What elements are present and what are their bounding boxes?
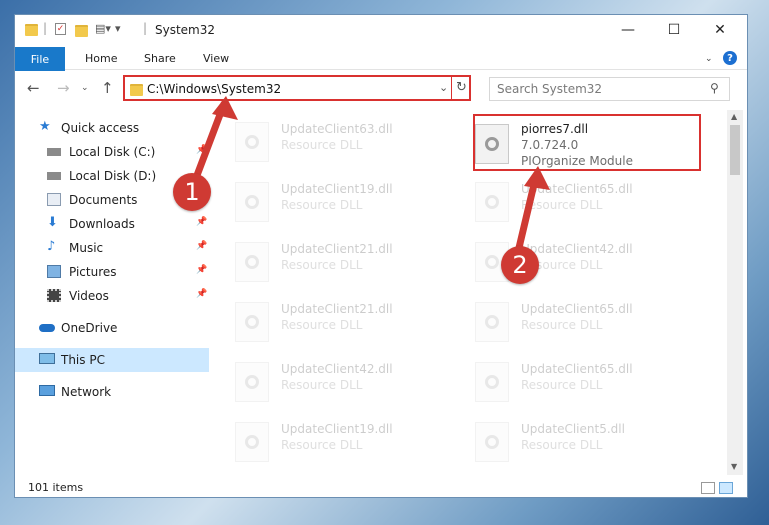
callout-arrows (192, 96, 550, 256)
step-badge-2: 2 (501, 246, 539, 284)
step-badge-1: 1 (173, 173, 211, 211)
arrow-head (524, 166, 550, 190)
